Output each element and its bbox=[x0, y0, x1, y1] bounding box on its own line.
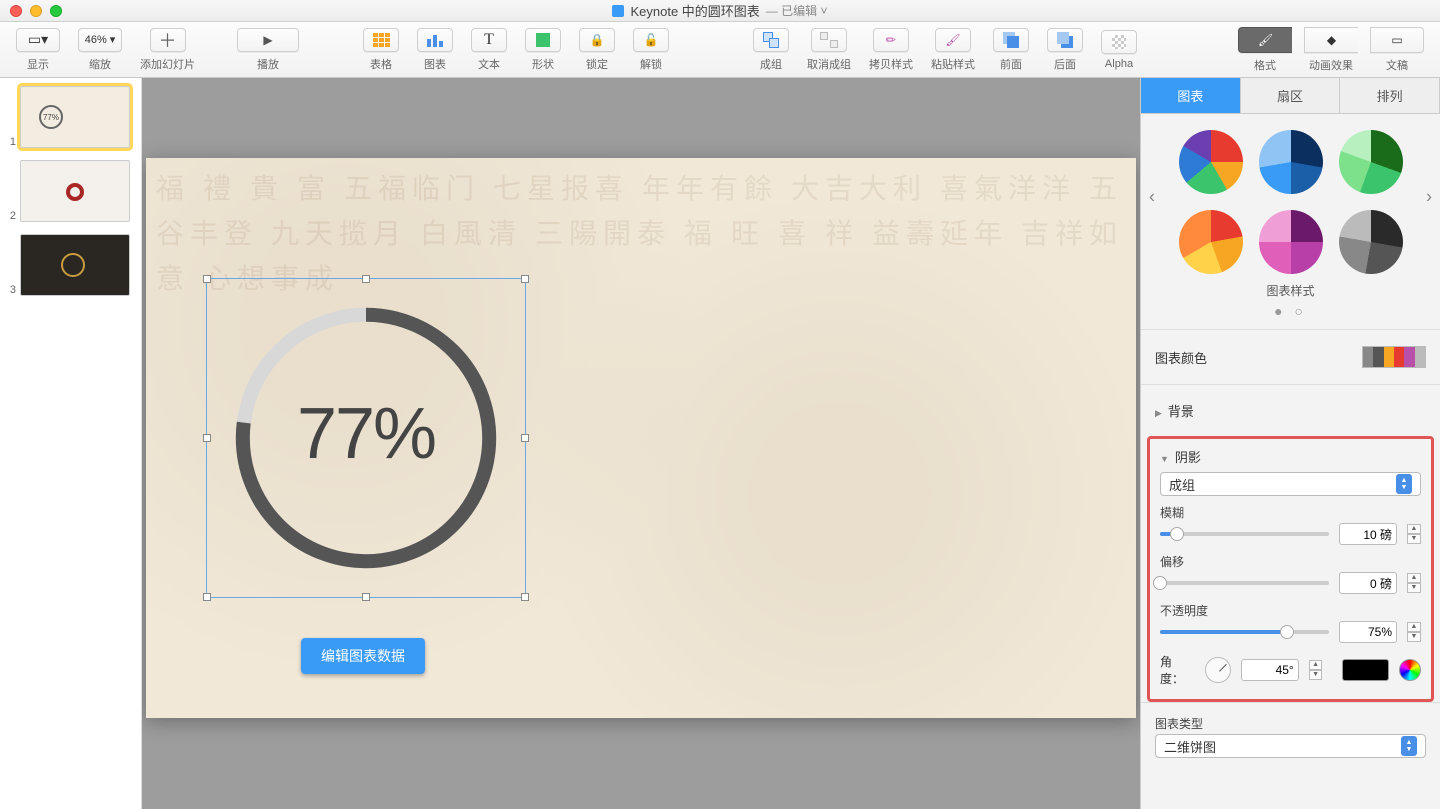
offset-input[interactable] bbox=[1339, 572, 1397, 594]
slide-thumb-2[interactable]: 2 bbox=[0, 160, 141, 222]
shape-button[interactable]: 形状 bbox=[519, 26, 567, 74]
opacity-input[interactable] bbox=[1339, 621, 1397, 643]
shadow-mode-select[interactable]: 成组 ▲▼ bbox=[1160, 472, 1421, 496]
paste-style-button[interactable]: 🖌粘贴样式 bbox=[925, 26, 981, 74]
back-icon bbox=[1057, 32, 1073, 48]
copy-style-button[interactable]: ✎拷贝样式 bbox=[863, 26, 919, 74]
chart-type-select[interactable]: 二维饼图 ▲▼ bbox=[1155, 734, 1426, 758]
back-button[interactable]: 后面 bbox=[1041, 26, 1089, 74]
opacity-slider[interactable] bbox=[1160, 630, 1329, 634]
chart-style-option[interactable] bbox=[1179, 130, 1243, 194]
resize-handle[interactable] bbox=[362, 593, 370, 601]
chart-colors-label: 图表颜色 bbox=[1155, 348, 1207, 367]
slide-thumb-3[interactable]: 3 bbox=[0, 234, 141, 296]
toolbar: ▭▾显示 46% ▾缩放 ＋添加幻灯片 ▶播放 表格 图表 T文本 形状 🔒锁定… bbox=[0, 22, 1440, 78]
titlebar: Keynote 中的圆环图表 — 已编辑 ˅ bbox=[0, 0, 1440, 22]
shadow-disclosure[interactable]: 阴影 bbox=[1160, 447, 1201, 466]
resize-handle[interactable] bbox=[521, 275, 529, 283]
shadow-color-swatch[interactable] bbox=[1342, 659, 1389, 681]
ungroup-icon bbox=[820, 32, 838, 48]
play-button[interactable]: ▶播放 bbox=[231, 26, 305, 74]
brush-icon: 🖌 bbox=[1258, 33, 1273, 47]
background-disclosure[interactable]: 背景 bbox=[1155, 401, 1194, 420]
angle-input[interactable] bbox=[1241, 659, 1299, 681]
text-button[interactable]: T文本 bbox=[465, 26, 513, 74]
offset-slider[interactable] bbox=[1160, 581, 1329, 585]
page-dots[interactable]: ● ○ bbox=[1141, 303, 1440, 329]
eyedropper-icon: ✎ bbox=[882, 31, 899, 48]
diamond-icon: ◆ bbox=[1327, 33, 1336, 47]
zoom-button[interactable]: 46% ▾缩放 bbox=[72, 26, 128, 74]
angle-label: 角度： bbox=[1160, 653, 1195, 687]
chart-type-label: 图表类型 bbox=[1155, 715, 1426, 732]
table-button[interactable]: 表格 bbox=[357, 26, 405, 74]
selection-box bbox=[206, 278, 526, 598]
group-button[interactable]: 成组 bbox=[747, 26, 795, 74]
canvas[interactable]: 福 禮 貴 富 五福临门 七星报喜 年年有餘 大吉大利 喜氣洋洋 五谷丰登 九天… bbox=[142, 78, 1140, 809]
inspector: 图表 扇区 排列 ‹ › 图表样式 ● ○ 图表颜色 bbox=[1140, 78, 1440, 809]
resize-handle[interactable] bbox=[521, 593, 529, 601]
resize-handle[interactable] bbox=[362, 275, 370, 283]
alpha-button[interactable]: Alpha bbox=[1095, 28, 1143, 72]
resize-handle[interactable] bbox=[203, 593, 211, 601]
brush-icon: 🖌 bbox=[945, 33, 960, 47]
blur-label: 模糊 bbox=[1160, 504, 1421, 521]
opacity-label: 不透明度 bbox=[1160, 602, 1421, 619]
blur-stepper[interactable]: ▲▼ bbox=[1407, 524, 1421, 544]
inspector-tab-arrange[interactable]: 排列 bbox=[1340, 78, 1440, 113]
chart-style-option[interactable] bbox=[1179, 210, 1243, 274]
slide[interactable]: 福 禮 貴 富 五福临门 七星报喜 年年有餘 大吉大利 喜氣洋洋 五谷丰登 九天… bbox=[146, 158, 1136, 718]
chart-style-option[interactable] bbox=[1259, 210, 1323, 274]
inspector-tab-segments[interactable]: 扇区 bbox=[1241, 78, 1341, 113]
format-tab[interactable]: 🖌格式 bbox=[1232, 25, 1298, 75]
chart-colors-button[interactable] bbox=[1362, 346, 1426, 368]
unlock-icon: 🔓 bbox=[644, 33, 659, 47]
resize-handle[interactable] bbox=[203, 275, 211, 283]
group-icon bbox=[763, 32, 779, 48]
shape-icon bbox=[536, 33, 550, 47]
blur-input[interactable] bbox=[1339, 523, 1397, 545]
document-icon: ▭ bbox=[1391, 33, 1402, 47]
chart-styles: ‹ › bbox=[1141, 114, 1440, 280]
edit-chart-data-button[interactable]: 编辑图表数据 bbox=[301, 638, 425, 674]
resize-handle[interactable] bbox=[203, 434, 211, 442]
alpha-icon bbox=[1112, 35, 1126, 49]
inspector-tab-chart[interactable]: 图表 bbox=[1141, 78, 1241, 113]
document-icon bbox=[612, 5, 624, 17]
chart-icon bbox=[427, 33, 443, 47]
chart-style-option[interactable] bbox=[1339, 130, 1403, 194]
blur-slider[interactable] bbox=[1160, 532, 1329, 536]
opacity-stepper[interactable]: ▲▼ bbox=[1407, 622, 1421, 642]
lock-icon: 🔒 bbox=[590, 33, 605, 47]
chart-styles-label: 图表样式 bbox=[1141, 280, 1440, 303]
ungroup-button[interactable]: 取消成组 bbox=[801, 26, 857, 74]
chevron-left-icon[interactable]: ‹ bbox=[1145, 183, 1159, 212]
chart-button[interactable]: 图表 bbox=[411, 26, 459, 74]
table-icon bbox=[373, 33, 390, 47]
angle-stepper[interactable]: ▲▼ bbox=[1309, 660, 1323, 680]
shadow-section-highlight: 阴影 成组 ▲▼ 模糊 ▲▼ 偏移 ▲▼ 不透明度 ▲▼ bbox=[1147, 436, 1434, 702]
document-tab[interactable]: ▭文稿 bbox=[1364, 25, 1430, 75]
offset-label: 偏移 bbox=[1160, 553, 1421, 570]
lock-button[interactable]: 🔒锁定 bbox=[573, 26, 621, 74]
chevron-right-icon[interactable]: › bbox=[1422, 183, 1436, 212]
color-wheel-icon[interactable] bbox=[1399, 659, 1421, 681]
display-button[interactable]: ▭▾显示 bbox=[10, 26, 66, 74]
edited-indicator[interactable]: — 已编辑 ˅ bbox=[766, 2, 828, 19]
text-icon: T bbox=[484, 31, 494, 49]
slide-navigator[interactable]: 1 77% 2 3 bbox=[0, 78, 142, 809]
front-icon bbox=[1003, 32, 1019, 48]
unlock-button[interactable]: 🔓解锁 bbox=[627, 26, 675, 74]
animation-tab[interactable]: ◆动画效果 bbox=[1298, 25, 1364, 75]
offset-stepper[interactable]: ▲▼ bbox=[1407, 573, 1421, 593]
inspector-tabs-top: 🖌格式 ◆动画效果 ▭文稿 bbox=[1232, 25, 1430, 75]
angle-dial[interactable] bbox=[1205, 657, 1230, 683]
front-button[interactable]: 前面 bbox=[987, 26, 1035, 74]
chart-style-option[interactable] bbox=[1259, 130, 1323, 194]
resize-handle[interactable] bbox=[521, 434, 529, 442]
window-title: Keynote 中的圆环图表 bbox=[630, 1, 759, 20]
slide-thumb-1[interactable]: 1 77% bbox=[0, 86, 141, 148]
chart-style-option[interactable] bbox=[1339, 210, 1403, 274]
add-slide-button[interactable]: ＋添加幻灯片 bbox=[134, 26, 201, 74]
